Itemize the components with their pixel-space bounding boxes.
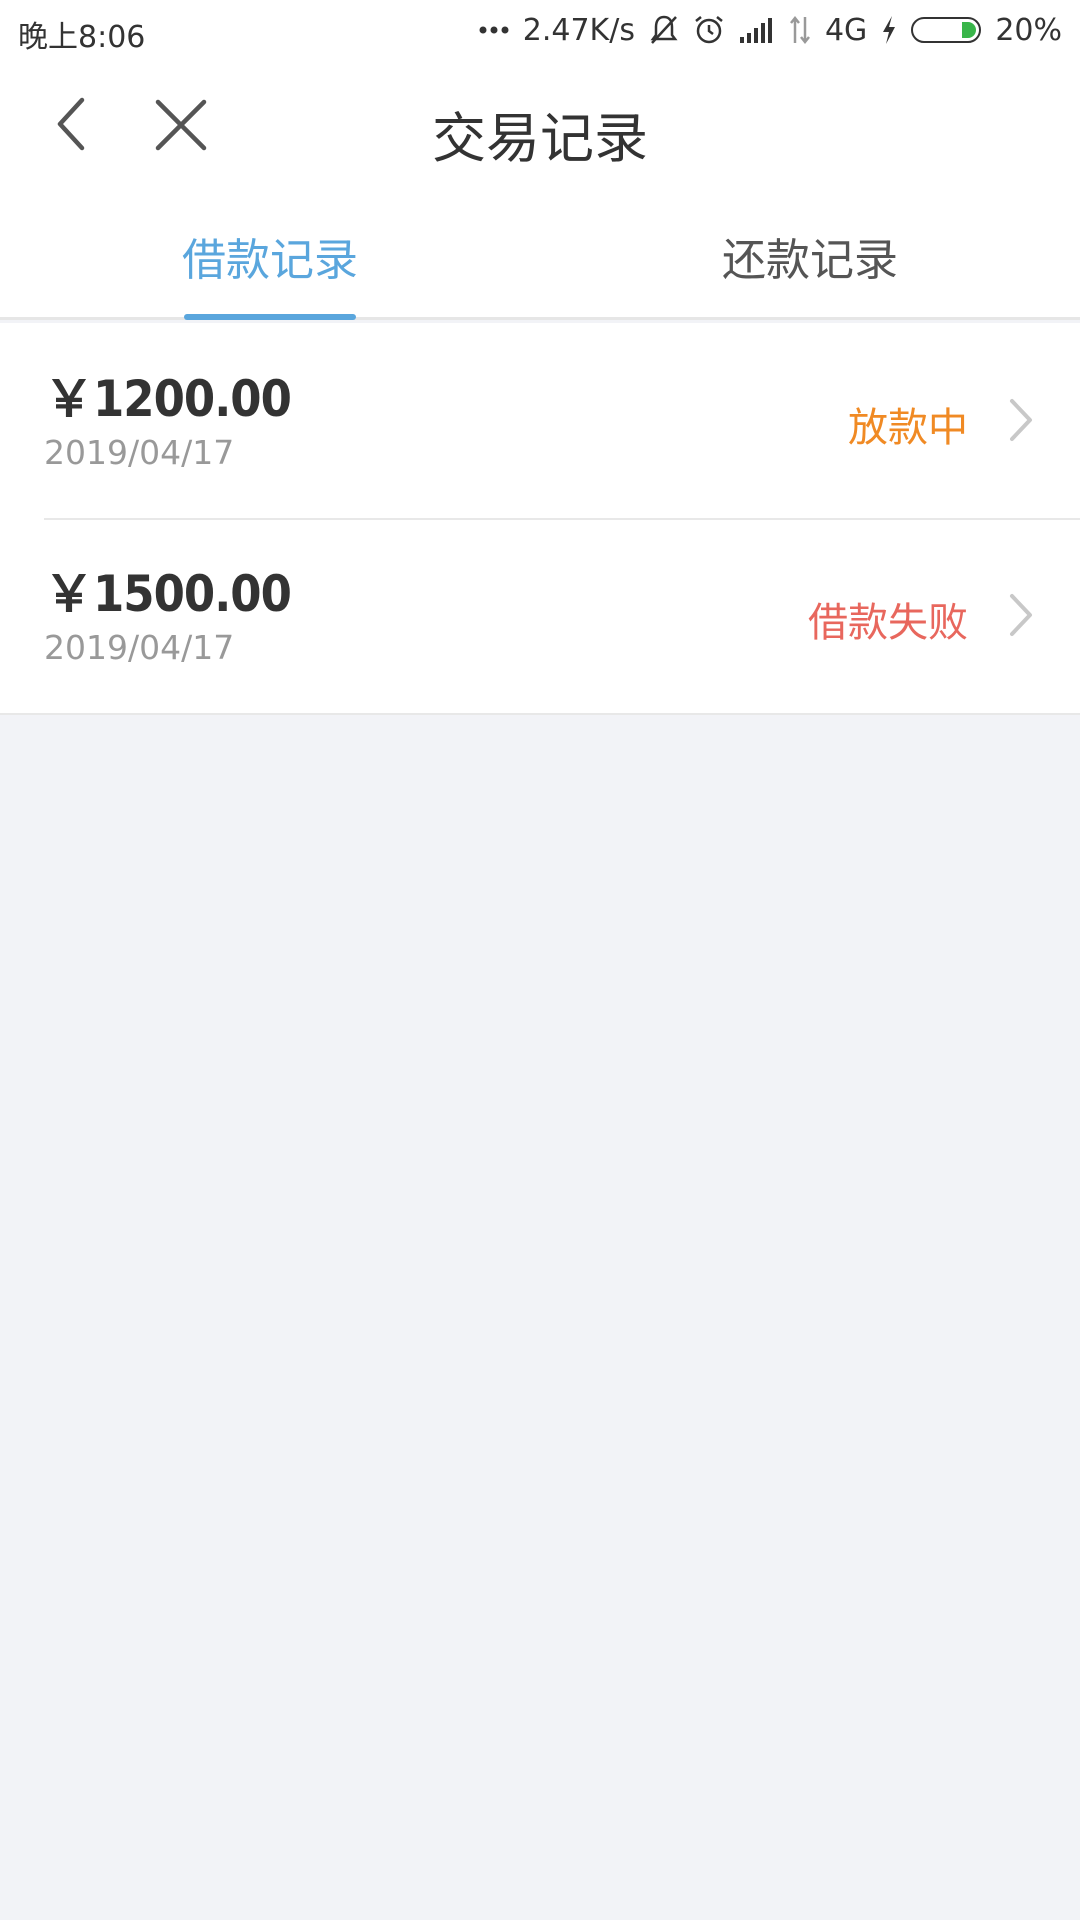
chevron-right-icon	[1010, 399, 1032, 441]
data-arrows-icon	[789, 15, 810, 45]
battery-percent: 20%	[995, 12, 1062, 48]
status-time: 晚上8:06	[18, 20, 146, 55]
charging-icon	[883, 16, 896, 44]
tab-repay-records[interactable]: 还款记录	[540, 224, 1080, 288]
signal-icon	[739, 18, 772, 43]
status-bar: 晚上8:06 2.47K/s 4G 20%	[0, 0, 1080, 60]
record-list: ￥1200.00 2019/04/17 放款中 ￥1500.00 2019/04…	[0, 323, 1080, 715]
record-amount: ￥1500.00	[44, 565, 292, 623]
network-type: 4G	[824, 12, 868, 48]
record-amount: ￥1200.00	[44, 370, 292, 428]
record-row[interactable]: ￥1500.00 2019/04/17 借款失败	[0, 518, 1080, 713]
active-tab-indicator	[184, 314, 356, 320]
battery-icon	[911, 17, 982, 43]
status-icons: 2.47K/s 4G 20%	[479, 10, 1062, 50]
net-speed: 2.47K/s	[522, 12, 635, 48]
page-title: 交易记录	[432, 107, 648, 170]
alarm-icon	[695, 16, 723, 44]
more-dots-icon	[479, 26, 509, 34]
nav-bar: 交易记录	[0, 60, 1080, 190]
chevron-right-icon	[1010, 594, 1032, 636]
tab-bar: 借款记录 还款记录	[0, 190, 1080, 320]
record-date: 2019/04/17	[44, 433, 235, 472]
bell-muted-icon	[650, 15, 678, 44]
record-row[interactable]: ￥1200.00 2019/04/17 放款中	[0, 323, 1080, 518]
record-status: 借款失败	[808, 600, 968, 646]
record-status: 放款中	[848, 405, 968, 451]
record-date: 2019/04/17	[44, 628, 235, 667]
tab-borrow-records[interactable]: 借款记录	[0, 224, 540, 288]
